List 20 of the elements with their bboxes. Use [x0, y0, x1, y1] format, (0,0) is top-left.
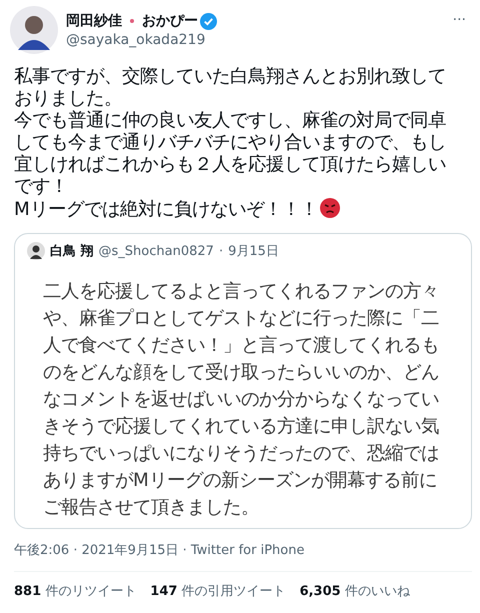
display-name[interactable]: 岡田紗佳	[66, 12, 122, 30]
avatar	[27, 242, 45, 260]
engagement-stat[interactable]: 6,305 件のいいね	[300, 584, 410, 600]
tweet-text: Mリーグでは絶対に負けないぞ！！！	[14, 198, 459, 221]
avatar[interactable]	[10, 6, 58, 54]
quoted-date: 9月15日	[228, 243, 279, 260]
tweet-text: 私事ですが、交際していた白鳥翔さんとお別れ致しておりました。	[14, 66, 447, 110]
quoted-author-handle: @s_Shochan0827	[98, 244, 214, 258]
engagement-stat[interactable]: 881 件のリツイート	[14, 584, 136, 600]
more-menu-button[interactable]: ···	[452, 12, 466, 28]
tweet-timestamp: 午後2:06 · 2021年9月15日 · Twitter for iPhone	[14, 543, 306, 559]
engagement-stat[interactable]: 147 件の引用ツイート	[150, 584, 286, 600]
display-name[interactable]: おかぴー	[142, 12, 198, 30]
angry-face-icon	[320, 198, 340, 218]
quoted-text: 二人を応援してるよと言ってくれるファンの方々や、麻雀プロとしてゲストなどに行った際に「二人で食べてください！」と言って渡してくれるものをどんな顔をして受け取ったらいいのか、どんなコメントを返せばいいのか分からなくなっていきそうで応援してくれている方達に申し訳ない気持ちでいっぱいになりそうだったので、恐縮ではありますがMリーグの新シーズンが開幕する前にご報告させて頂きました。	[43, 280, 440, 520]
separator: ·	[218, 244, 224, 258]
tweet-text: 今でも普通に仲の良い友人ですし、麻雀の対局で同卓しても今まで通りバチバチにやり合いますので、もし宜しければこれからも２人を応援して頂けたら嬉しいです！	[14, 110, 447, 198]
quoted-tweet[interactable]	[14, 233, 472, 529]
quoted-author-name: 白鳥 翔	[50, 242, 94, 260]
user-handle[interactable]: @sayaka_okada219	[66, 32, 445, 48]
